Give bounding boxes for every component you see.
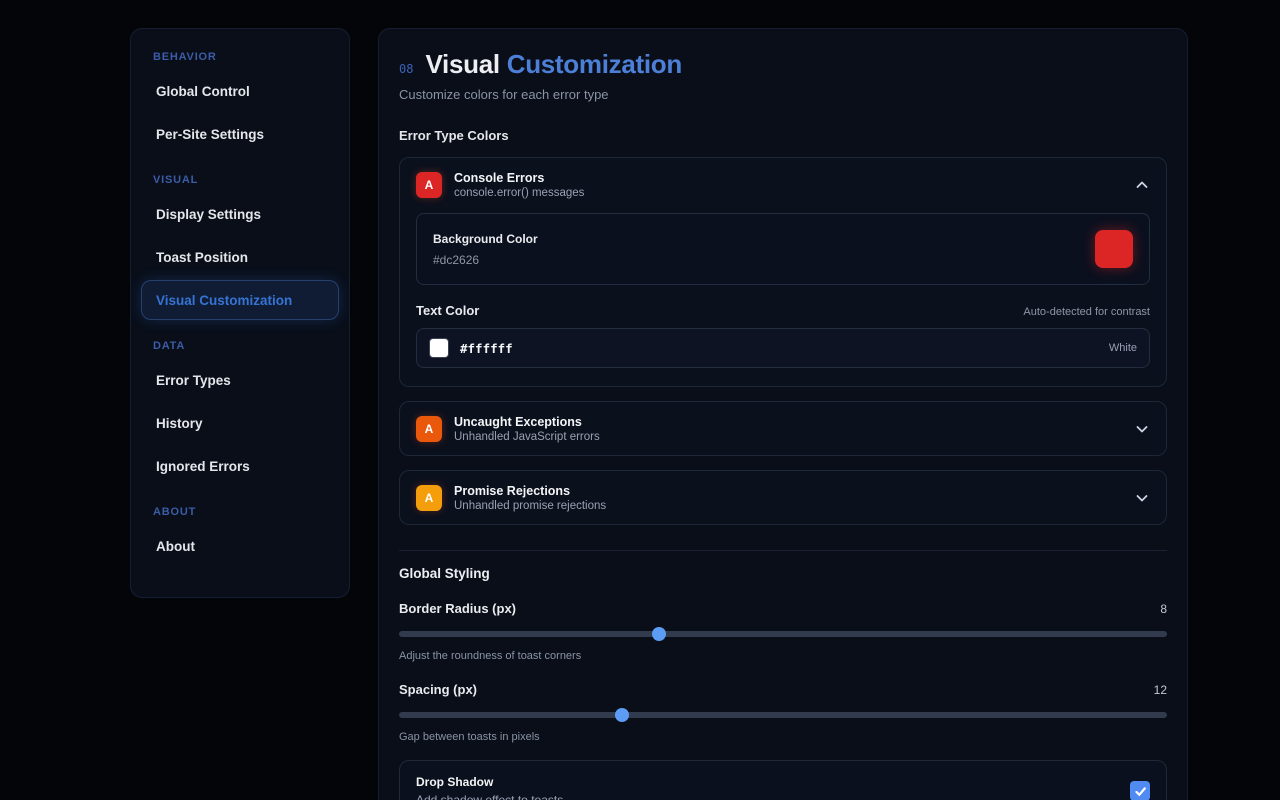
spacing-slider[interactable] — [399, 708, 1167, 722]
error-card-title: Console Errors — [454, 171, 1122, 185]
border-radius-label: Border Radius (px) — [399, 601, 516, 616]
page-title-accent: Customization — [507, 49, 682, 79]
console-errors-expanded-body: Background Color #dc2626 Text Color Auto… — [400, 211, 1166, 386]
error-type-badge: A — [416, 485, 442, 511]
border-radius-value: 8 — [1160, 602, 1167, 616]
background-color-value: #dc2626 — [433, 253, 538, 267]
text-color-value: #ffffff — [460, 341, 513, 356]
spacing-caption: Gap between toasts in pixels — [399, 731, 1167, 743]
sidebar-item-visual-customization[interactable]: Visual Customization — [141, 280, 339, 320]
sidebar-section-about: ABOUT About — [141, 506, 339, 566]
global-styling-heading: Global Styling — [399, 566, 1167, 581]
sidebar-item-per-site-settings[interactable]: Per-Site Settings — [141, 114, 339, 154]
page-index: 08 — [399, 62, 413, 76]
page-title-primary: Visual — [425, 49, 499, 79]
sidebar-item-global-control[interactable]: Global Control — [141, 71, 339, 111]
slider-thumb[interactable] — [615, 708, 629, 722]
border-radius-slider[interactable] — [399, 627, 1167, 641]
error-card-console-errors: A Console Errors console.error() message… — [399, 157, 1167, 387]
sidebar-item-display-settings[interactable]: Display Settings — [141, 194, 339, 234]
error-card-title: Uncaught Exceptions — [454, 415, 1122, 429]
page-title: Visual Customization — [425, 49, 681, 80]
page-subtitle: Customize colors for each error type — [399, 87, 1167, 102]
sidebar-section-data: DATA Error Types History Ignored Errors — [141, 340, 339, 486]
error-type-badge: A — [416, 416, 442, 442]
error-card-promise-rejections: A Promise Rejections Unhandled promise r… — [399, 470, 1167, 525]
error-card-header-promise-rejections[interactable]: A Promise Rejections Unhandled promise r… — [400, 471, 1166, 524]
chevron-down-icon[interactable] — [1134, 421, 1150, 437]
drop-shadow-checkbox[interactable] — [1130, 781, 1150, 800]
error-card-uncaught-exceptions: A Uncaught Exceptions Unhandled JavaScri… — [399, 401, 1167, 456]
section-label-data: DATA — [141, 340, 339, 352]
spacing-label: Spacing (px) — [399, 682, 477, 697]
error-card-header-console-errors[interactable]: A Console Errors console.error() message… — [400, 158, 1166, 211]
slider-track — [399, 712, 1167, 718]
error-card-subtitle: Unhandled promise rejections — [454, 500, 1122, 512]
text-color-name: White — [1109, 342, 1137, 354]
error-card-header-uncaught-exceptions[interactable]: A Uncaught Exceptions Unhandled JavaScri… — [400, 402, 1166, 455]
border-radius-caption: Adjust the roundness of toast corners — [399, 650, 1167, 662]
error-type-colors-heading: Error Type Colors — [399, 128, 1167, 143]
sidebar-section-visual: VISUAL Display Settings Toast Position V… — [141, 174, 339, 320]
sidebar: BEHAVIOR Global Control Per-Site Setting… — [130, 28, 350, 598]
background-color-label: Background Color — [433, 232, 538, 246]
text-color-label: Text Color — [416, 303, 479, 318]
text-color-swatch — [429, 338, 449, 358]
background-color-row[interactable]: Background Color #dc2626 — [416, 213, 1150, 285]
sidebar-item-error-types[interactable]: Error Types — [141, 360, 339, 400]
chevron-up-icon[interactable] — [1134, 177, 1150, 193]
section-label-about: ABOUT — [141, 506, 339, 518]
drop-shadow-label: Drop Shadow — [416, 775, 563, 789]
section-divider — [399, 550, 1167, 551]
error-card-subtitle: Unhandled JavaScript errors — [454, 431, 1122, 443]
drop-shadow-row: Drop Shadow Add shadow effect to toasts — [399, 760, 1167, 800]
error-card-subtitle: console.error() messages — [454, 187, 1122, 199]
error-type-badge: A — [416, 172, 442, 198]
main-panel: 08 Visual Customization Customize colors… — [378, 28, 1188, 800]
text-color-row: #ffffff White — [416, 328, 1150, 368]
sidebar-item-toast-position[interactable]: Toast Position — [141, 237, 339, 277]
spacing-value: 12 — [1154, 683, 1167, 697]
sidebar-section-behavior: BEHAVIOR Global Control Per-Site Setting… — [141, 51, 339, 154]
slider-thumb[interactable] — [652, 627, 666, 641]
check-icon — [1134, 785, 1147, 798]
section-label-behavior: BEHAVIOR — [141, 51, 339, 63]
page-header: 08 Visual Customization — [399, 49, 1167, 80]
sidebar-item-history[interactable]: History — [141, 403, 339, 443]
chevron-down-icon[interactable] — [1134, 490, 1150, 506]
text-color-note: Auto-detected for contrast — [1023, 306, 1150, 318]
slider-track — [399, 631, 1167, 637]
drop-shadow-caption: Add shadow effect to toasts — [416, 793, 563, 800]
sidebar-item-ignored-errors[interactable]: Ignored Errors — [141, 446, 339, 486]
section-label-visual: VISUAL — [141, 174, 339, 186]
sidebar-item-about[interactable]: About — [141, 526, 339, 566]
error-card-title: Promise Rejections — [454, 484, 1122, 498]
background-color-swatch[interactable] — [1095, 230, 1133, 268]
